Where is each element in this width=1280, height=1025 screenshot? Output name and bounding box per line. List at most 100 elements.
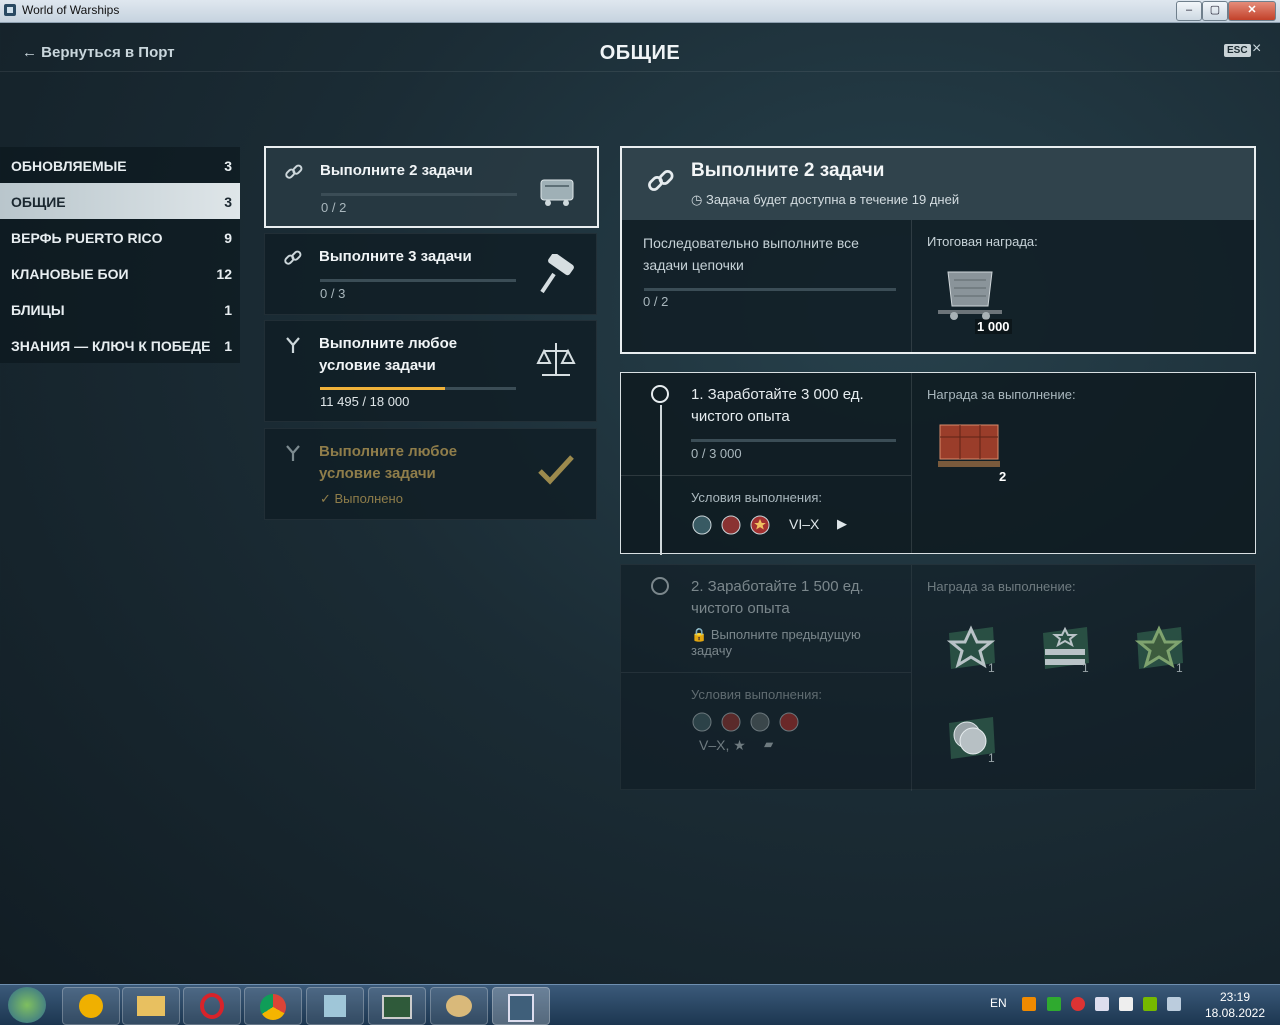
divider	[621, 672, 911, 673]
sidebar-item-label: ВЕРФЬ PUERTO RICO	[11, 230, 163, 246]
taskbar-app-opera[interactable]	[183, 987, 241, 1025]
window-close-button[interactable]: ✕	[1228, 1, 1276, 21]
conditions-label: Условия выполнения:	[691, 687, 822, 702]
quest-title: Выполните 2 задачи	[320, 162, 473, 179]
divider	[621, 475, 911, 476]
sidebar-item-count: 3	[224, 158, 232, 174]
quest-status-text: Выполнено	[334, 491, 403, 506]
final-reward-amount: 1 000	[975, 319, 1012, 334]
display-icon[interactable]	[1167, 997, 1181, 1011]
taskbar-app-chrome[interactable]	[244, 987, 302, 1025]
chain-icon	[284, 250, 302, 265]
taskbar-app-notes[interactable]	[306, 987, 364, 1025]
task-card-locked: 2. Заработайте 1 500 ед. чистого опыта 🔒…	[620, 564, 1256, 791]
maximize-button[interactable]: ▢	[1202, 1, 1228, 21]
clock-time[interactable]: 23:19	[1200, 990, 1270, 1004]
chain-progress-bar	[644, 288, 896, 291]
reward-count: 1	[988, 661, 995, 675]
sidebar-item-puerto-rico[interactable]: ВЕРФЬ PUERTO RICO 9	[0, 219, 240, 255]
clock-icon: ◷	[691, 192, 706, 207]
conditions-label: Условия выполнения:	[691, 490, 822, 505]
quest-progress-text: 0 / 2	[321, 200, 347, 215]
sidebar-item-blitz[interactable]: БЛИЦЫ 1	[0, 291, 240, 327]
task-progress-text: 0 / 3 000	[691, 446, 742, 461]
taskbar-app-explorer[interactable]	[122, 987, 180, 1025]
divider	[911, 565, 912, 791]
quest-detail-card: Выполните 2 задачи ◷ Задача будет доступ…	[620, 146, 1256, 354]
ship-class-icons	[692, 712, 799, 732]
divider	[911, 220, 912, 354]
final-reward-label: Итоговая награда:	[927, 234, 1038, 249]
quest-card[interactable]: Выполните 3 задачи 0 / 3	[264, 233, 597, 315]
reward-count: 1	[1176, 661, 1183, 675]
sidebar-item-count: 12	[216, 266, 232, 282]
detail-header: Выполните 2 задачи ◷ Задача будет доступ…	[622, 148, 1254, 220]
taskbar-app-paint[interactable]	[430, 987, 488, 1025]
close-icon[interactable]: ×	[1252, 40, 1261, 58]
flag-icon[interactable]	[1119, 997, 1133, 1011]
start-button[interactable]	[8, 987, 46, 1023]
quest-card[interactable]: Выполните 2 задачи 0 / 2	[264, 146, 599, 228]
locked-text: Выполните предыдущую задачу	[691, 627, 861, 658]
sidebar-item-label: КЛАНОВЫЕ БОИ	[11, 266, 129, 282]
battle-type-icon: ▶	[837, 516, 847, 531]
tray-icon-opera[interactable]	[1071, 997, 1085, 1011]
scales-icon	[536, 343, 576, 376]
quest-progress-bar	[320, 279, 516, 282]
tier-range: VI–X	[789, 516, 820, 532]
quest-progress-text: 11 495 / 18 000	[320, 394, 410, 409]
sidebar-item-label: ЗНАНИЯ — КЛЮЧ К ПОБЕДЕ	[11, 338, 211, 354]
reward-label: Награда за выполнение:	[927, 387, 1076, 402]
header-divider	[0, 71, 1280, 72]
quest-card-completed[interactable]: Выполните любое условие задачи ✓ Выполне…	[264, 428, 597, 520]
clock-date[interactable]: 18.08.2022	[1192, 1006, 1278, 1020]
quest-progress-bar	[321, 193, 517, 196]
battle-type-icon: ▰	[764, 737, 774, 751]
nvidia-icon[interactable]	[1143, 997, 1157, 1011]
taskbar-app-world-of-warships[interactable]	[492, 987, 550, 1025]
tray-icon-network[interactable]	[1047, 997, 1061, 1011]
esc-key-badge[interactable]: ESC	[1224, 44, 1251, 57]
reward-count: 2	[999, 469, 1007, 484]
taskbar-app-monitor[interactable]	[368, 987, 426, 1025]
sidebar-item-updatable[interactable]: ОБНОВЛЯЕМЫЕ 3	[0, 147, 240, 183]
sidebar-item-clan-battles[interactable]: КЛАНОВЫЕ БОИ 12	[0, 255, 240, 291]
sidebar-item-general[interactable]: ОБЩИЕ 3	[0, 183, 240, 219]
minimize-button[interactable]: –	[1176, 1, 1202, 21]
railcar-icon	[540, 179, 574, 206]
app-icon	[4, 4, 16, 16]
checkmark-icon	[538, 455, 574, 485]
task-status-circle	[651, 385, 669, 403]
sidebar-item-label: БЛИЦЫ	[11, 302, 65, 318]
task-chain-line	[660, 405, 662, 555]
reward-label: Награда за выполнение:	[927, 579, 1076, 594]
language-indicator[interactable]: EN	[990, 996, 1007, 1010]
quest-progress-text: 0 / 3	[320, 286, 346, 301]
sidebar-item-count: 1	[224, 302, 232, 318]
chain-description: Последовательно выполните все задачи цеп…	[643, 235, 859, 273]
crate-reward-icon[interactable]	[936, 417, 1002, 473]
quest-title: Выполните 3 задачи	[319, 248, 472, 265]
sidebar-item-label: ОБНОВЛЯЕМЫЕ	[11, 158, 127, 174]
reward-count: 1	[988, 751, 995, 765]
fork-icon	[286, 445, 300, 461]
tier-range: V–X, ★	[699, 737, 746, 753]
chain-progress-text: 0 / 2	[643, 294, 669, 309]
task-title: 1. Заработайте 3 000 ед. чистого опыта	[691, 386, 864, 425]
availability: ◷ Задача будет доступна в течение 19 дне…	[691, 192, 959, 208]
quest-title: Выполните любое условие задачи	[319, 443, 458, 482]
task-status-circle	[651, 577, 669, 595]
sidebar-item-knowledge[interactable]: ЗНАНИЯ — КЛЮЧ К ПОБЕДЕ 1	[0, 327, 240, 363]
speaker-icon[interactable]	[1095, 997, 1109, 1011]
taskbar-app-avast[interactable]	[62, 987, 120, 1025]
tray-icon-app[interactable]	[1022, 997, 1036, 1011]
chain-icon	[285, 164, 303, 179]
quest-card[interactable]: Выполните любое условие задачи 11 495 / …	[264, 320, 597, 422]
sidebar-item-label: ОБЩИЕ	[11, 194, 66, 210]
sidebar-item-count: 1	[224, 338, 232, 354]
condition-icons: VI–X ▶	[691, 514, 847, 541]
locked-notice: 🔒 Выполните предыдущую задачу	[691, 627, 891, 659]
ship-class-icons	[692, 515, 770, 535]
fork-icon	[286, 337, 300, 353]
sidebar-item-count: 3	[224, 194, 232, 210]
